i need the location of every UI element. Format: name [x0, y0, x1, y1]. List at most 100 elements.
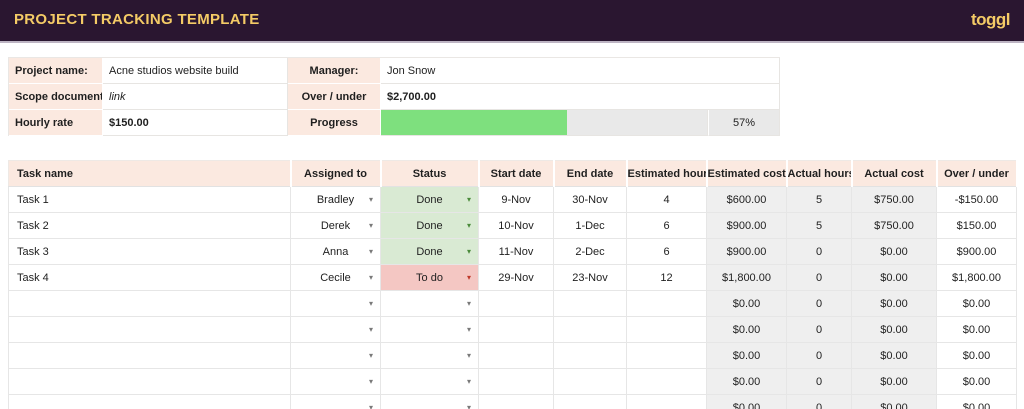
start-date-cell[interactable]	[479, 395, 554, 409]
estimated-hours-cell[interactable]	[627, 317, 707, 343]
assignee-dropdown[interactable]: ▾	[291, 291, 381, 317]
end-date-cell[interactable]	[554, 395, 627, 409]
status-dropdown[interactable]: Done▾	[381, 187, 479, 213]
hourly-rate-cell[interactable]: $150.00	[103, 110, 288, 136]
column-header-status: Status	[381, 161, 479, 187]
start-date-cell[interactable]	[479, 369, 554, 395]
assignee-dropdown[interactable]: ▾	[291, 369, 381, 395]
status-dropdown[interactable]: ▾	[381, 369, 479, 395]
task-name-cell[interactable]: Task 2	[9, 213, 291, 239]
status-dropdown[interactable]: ▾	[381, 317, 479, 343]
actual-hours-cell[interactable]: 0	[787, 369, 852, 395]
over-under-total-cell[interactable]: $2,700.00	[381, 84, 780, 110]
status-dropdown[interactable]: ▾	[381, 395, 479, 409]
assignee-dropdown[interactable]: Derek▾	[291, 213, 381, 239]
assignee-dropdown[interactable]: ▾	[291, 317, 381, 343]
actual-cost-cell[interactable]: $0.00	[852, 317, 937, 343]
actual-hours-cell[interactable]: 0	[787, 395, 852, 409]
actual-hours-cell[interactable]: 0	[787, 265, 852, 291]
task-name-cell[interactable]	[9, 395, 291, 409]
over-under-cell[interactable]: $0.00	[937, 317, 1017, 343]
estimated-hours-cell[interactable]	[627, 343, 707, 369]
start-date-cell[interactable]: 29-Nov	[479, 265, 554, 291]
end-date-cell[interactable]: 2-Dec	[554, 239, 627, 265]
actual-cost-cell[interactable]: $750.00	[852, 213, 937, 239]
over-under-cell[interactable]: $0.00	[937, 291, 1017, 317]
progress-percent-cell[interactable]: 57%	[708, 110, 780, 136]
over-under-cell[interactable]: $0.00	[937, 343, 1017, 369]
end-date-cell[interactable]: 23-Nov	[554, 265, 627, 291]
actual-hours-cell[interactable]: 5	[787, 213, 852, 239]
actual-hours-cell[interactable]: 0	[787, 317, 852, 343]
status-dropdown[interactable]: Done▾	[381, 239, 479, 265]
task-name-cell[interactable]	[9, 291, 291, 317]
task-name-cell[interactable]	[9, 343, 291, 369]
status-dropdown[interactable]: ▾	[381, 291, 479, 317]
end-date-cell[interactable]: 30-Nov	[554, 187, 627, 213]
over-under-cell[interactable]: $1,800.00	[937, 265, 1017, 291]
scope-document-link[interactable]: link	[103, 84, 288, 110]
assignee-dropdown[interactable]: Cecile▾	[291, 265, 381, 291]
over-under-cell[interactable]: $0.00	[937, 395, 1017, 409]
task-name-cell[interactable]: Task 1	[9, 187, 291, 213]
end-date-cell[interactable]	[554, 317, 627, 343]
estimated-hours-cell[interactable]	[627, 291, 707, 317]
start-date-cell[interactable]	[479, 317, 554, 343]
end-date-cell[interactable]	[554, 291, 627, 317]
estimated-cost-cell[interactable]: $0.00	[707, 291, 787, 317]
estimated-hours-cell[interactable]	[627, 395, 707, 409]
actual-hours-cell[interactable]: 0	[787, 343, 852, 369]
status-dropdown[interactable]: ▾	[381, 343, 479, 369]
estimated-hours-cell[interactable]: 6	[627, 239, 707, 265]
estimated-cost-cell[interactable]: $1,800.00	[707, 265, 787, 291]
start-date-cell[interactable]: 9-Nov	[479, 187, 554, 213]
over-under-cell[interactable]: -$150.00	[937, 187, 1017, 213]
progress-bar-cell[interactable]	[381, 110, 708, 136]
start-date-cell[interactable]	[479, 343, 554, 369]
actual-cost-cell[interactable]: $0.00	[852, 291, 937, 317]
estimated-cost-cell[interactable]: $0.00	[707, 317, 787, 343]
actual-cost-cell[interactable]: $0.00	[852, 369, 937, 395]
over-under-cell[interactable]: $0.00	[937, 369, 1017, 395]
actual-hours-cell[interactable]: 5	[787, 187, 852, 213]
task-name-cell[interactable]: Task 3	[9, 239, 291, 265]
start-date-cell[interactable]: 10-Nov	[479, 213, 554, 239]
column-header-start-date: Start date	[479, 161, 554, 187]
actual-cost-cell[interactable]: $0.00	[852, 239, 937, 265]
end-date-cell[interactable]: 1-Dec	[554, 213, 627, 239]
estimated-hours-cell[interactable]: 6	[627, 213, 707, 239]
status-dropdown[interactable]: To do▾	[381, 265, 479, 291]
estimated-cost-cell[interactable]: $900.00	[707, 213, 787, 239]
actual-hours-cell[interactable]: 0	[787, 291, 852, 317]
estimated-hours-cell[interactable]	[627, 369, 707, 395]
estimated-cost-cell[interactable]: $900.00	[707, 239, 787, 265]
estimated-cost-cell[interactable]: $0.00	[707, 369, 787, 395]
assignee-dropdown[interactable]: ▾	[291, 343, 381, 369]
actual-hours-cell[interactable]: 0	[787, 239, 852, 265]
assignee-dropdown[interactable]: ▾	[291, 395, 381, 409]
assignee-dropdown[interactable]: Bradley▾	[291, 187, 381, 213]
actual-cost-cell[interactable]: $750.00	[852, 187, 937, 213]
task-name-cell[interactable]	[9, 317, 291, 343]
start-date-cell[interactable]	[479, 291, 554, 317]
manager-cell[interactable]: Jon Snow	[381, 58, 780, 84]
toggl-logo[interactable]: toggl	[971, 10, 1010, 30]
over-under-cell[interactable]: $900.00	[937, 239, 1017, 265]
actual-cost-cell[interactable]: $0.00	[852, 395, 937, 409]
task-name-cell[interactable]	[9, 369, 291, 395]
end-date-cell[interactable]	[554, 343, 627, 369]
project-name-cell[interactable]: Acne studios website build	[103, 58, 288, 84]
estimated-cost-cell[interactable]: $0.00	[707, 343, 787, 369]
status-dropdown[interactable]: Done▾	[381, 213, 479, 239]
assignee-dropdown[interactable]: Anna▾	[291, 239, 381, 265]
estimated-cost-cell[interactable]: $0.00	[707, 395, 787, 409]
task-name-cell[interactable]: Task 4	[9, 265, 291, 291]
estimated-hours-cell[interactable]: 4	[627, 187, 707, 213]
end-date-cell[interactable]	[554, 369, 627, 395]
actual-cost-cell[interactable]: $0.00	[852, 265, 937, 291]
start-date-cell[interactable]: 11-Nov	[479, 239, 554, 265]
over-under-cell[interactable]: $150.00	[937, 213, 1017, 239]
actual-cost-cell[interactable]: $0.00	[852, 343, 937, 369]
estimated-hours-cell[interactable]: 12	[627, 265, 707, 291]
estimated-cost-cell[interactable]: $600.00	[707, 187, 787, 213]
